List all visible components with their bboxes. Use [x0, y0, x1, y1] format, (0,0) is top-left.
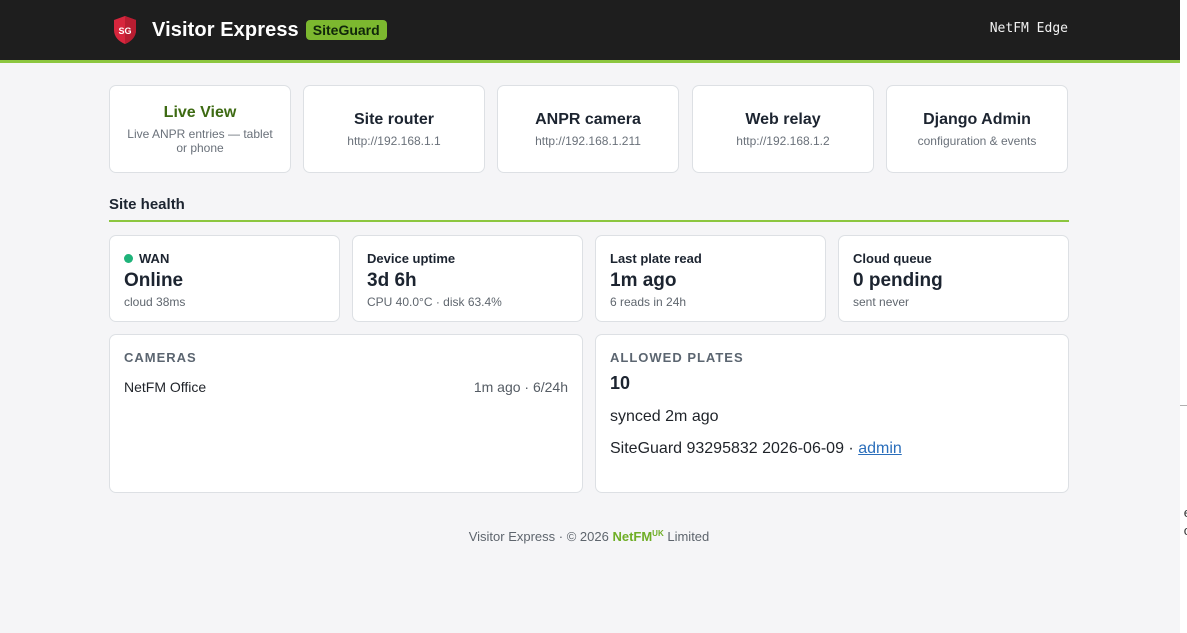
cameras-panel: CAMERAS NetFM Office 1m ago · 6/24h — [109, 334, 583, 493]
health-card-wan: WAN Online cloud 38ms — [109, 235, 340, 322]
health-card-label: Last plate read — [610, 251, 702, 266]
quicklink-live-view[interactable]: Live View Live ANPR entries — tablet or … — [109, 85, 291, 173]
health-card-value: 3d 6h — [367, 270, 417, 291]
health-card-value: Online — [124, 270, 184, 291]
panel-title: ALLOWED PLATES — [610, 350, 744, 365]
health-card-value: 1m ago — [610, 270, 677, 291]
quicklink-title: Django Admin — [923, 110, 1031, 128]
app-name: Visitor Express — [152, 18, 299, 41]
adjacent-window-glyph: e — [1180, 505, 1187, 521]
product-badge: SiteGuard — [305, 20, 387, 40]
quicklink-title: Site router — [353, 110, 434, 128]
allowed-plates-sync-status: synced 2m ago — [610, 408, 719, 425]
health-card-label: WAN — [124, 251, 325, 266]
quicklink-subtitle: Live ANPR entries — tablet or phone — [127, 126, 273, 155]
section-title-site-health: Site health — [109, 196, 185, 213]
quick-links: Live View Live ANPR entries — tablet or … — [109, 85, 1069, 173]
brand[interactable]: SG Visitor Express SiteGuard — [112, 15, 387, 45]
quicklink-title: Web relay — [745, 110, 821, 128]
footer-brand-name: NetFM — [612, 529, 653, 544]
health-label-text: WAN — [139, 251, 170, 266]
page-footer: Visitor Express · © 2026 NetFMUK Limited — [109, 529, 1069, 544]
quicklink-subtitle: configuration & events — [917, 133, 1037, 148]
footer-copyright: Visitor Express · © 2026 — [468, 529, 609, 544]
camera-row[interactable]: NetFM Office 1m ago · 6/24h — [124, 379, 568, 395]
quicklink-subtitle: http://192.168.1.2 — [736, 133, 830, 148]
top-bar: SG Visitor Express SiteGuard NetFM Edge — [0, 0, 1180, 63]
adjacent-window-edge: e o — [1180, 0, 1187, 633]
page-viewport: SG Visitor Express SiteGuard NetFM Edge … — [0, 0, 1180, 633]
health-card-sub: 6 reads in 24h — [610, 295, 687, 309]
health-card-sub: CPU 40.0°C · disk 63.4% — [367, 295, 502, 309]
health-card-label: Cloud queue — [853, 251, 932, 266]
health-card-sub: cloud 38ms — [124, 295, 186, 309]
quicklink-anpr-camera[interactable]: ANPR camera http://192.168.1.211 — [497, 85, 679, 173]
siteguard-shield-icon: SG — [114, 16, 136, 44]
quicklink-django-admin[interactable]: Django Admin configuration & events — [886, 85, 1068, 173]
health-card-device-uptime: Device uptime 3d 6h CPU 40.0°C · disk 63… — [352, 235, 583, 322]
status-dot-icon — [124, 254, 133, 263]
allowed-plates-footer: SiteGuard 93295832 2026-06-09 · admin — [610, 440, 1054, 458]
quicklink-web-relay[interactable]: Web relay http://192.168.1.2 — [692, 85, 874, 173]
quicklink-subtitle: http://192.168.1.211 — [535, 133, 641, 148]
quicklink-subtitle: http://192.168.1.1 — [347, 133, 441, 148]
siteguard-version: SiteGuard 93295832 2026-06-09 · — [610, 440, 854, 457]
health-card-sub: sent never — [853, 295, 910, 309]
allowed-plates-count: 10 — [610, 373, 631, 393]
logo-text: SG — [118, 26, 131, 36]
health-card-cloud-queue: Cloud queue 0 pending sent never — [838, 235, 1069, 322]
footer-brand[interactable]: NetFMUK — [612, 529, 663, 544]
allowed-plates-panel: ALLOWED PLATES 10 synced 2m ago SiteGuar… — [595, 334, 1069, 493]
health-card-last-plate-read: Last plate read 1m ago 6 reads in 24h — [595, 235, 826, 322]
section-divider — [109, 220, 1069, 222]
quicklink-site-router[interactable]: Site router http://192.168.1.1 — [303, 85, 485, 173]
adjacent-window-glyph: o — [1180, 523, 1187, 539]
camera-meta: 1m ago · 6/24h — [473, 379, 568, 395]
edge-device-label: NetFM Edge — [989, 21, 1068, 36]
health-card-value: 0 pending — [853, 270, 943, 291]
admin-link[interactable]: admin — [858, 440, 902, 457]
footer-brand-sup: UK — [652, 529, 664, 538]
adjacent-window-divider — [1180, 405, 1187, 406]
panel-title: CAMERAS — [124, 350, 197, 365]
quicklink-title: Live View — [163, 103, 237, 121]
health-card-label: Device uptime — [367, 251, 456, 266]
quicklink-title: ANPR camera — [535, 110, 641, 128]
camera-name: NetFM Office — [124, 379, 207, 395]
footer-company-suffix: Limited — [667, 529, 710, 544]
